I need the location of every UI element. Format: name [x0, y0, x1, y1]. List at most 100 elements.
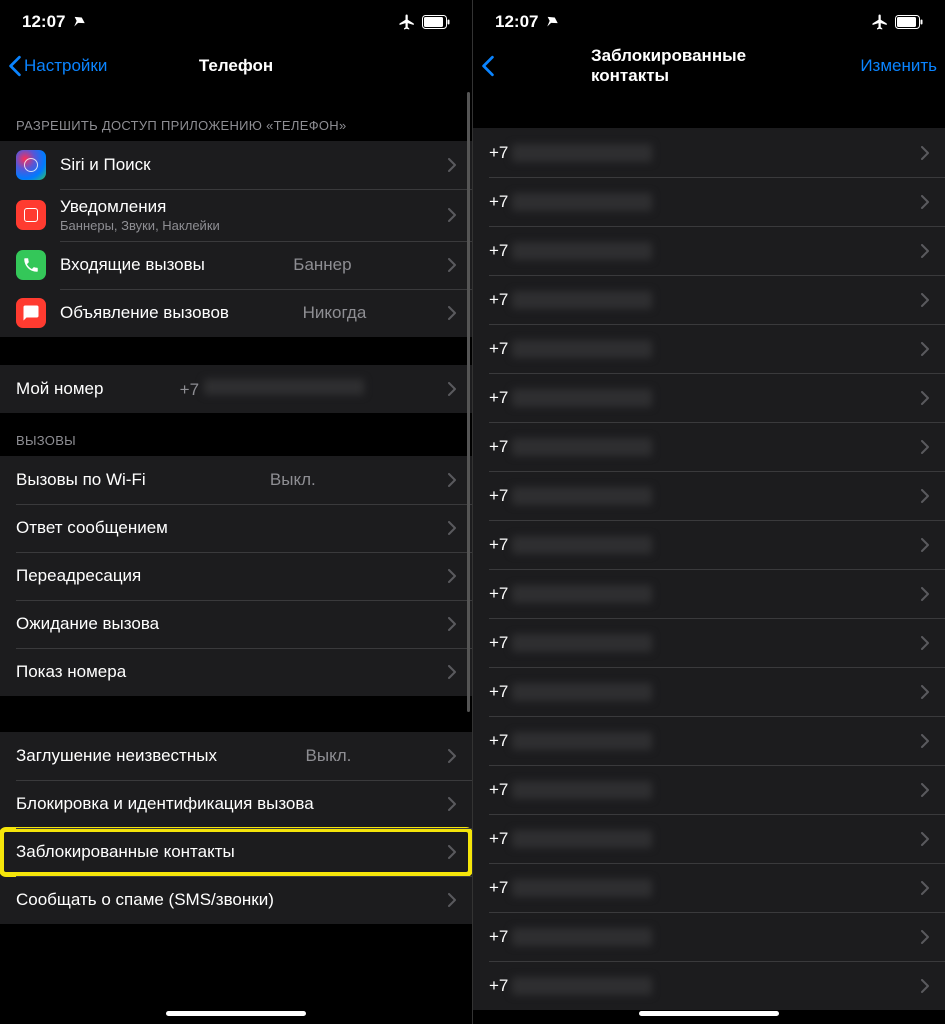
blocked-contact-row[interactable]: +7: [473, 520, 945, 569]
chevron-right-icon: [921, 440, 929, 454]
row-setting[interactable]: Сообщать о спаме (SMS/звонки): [0, 876, 472, 924]
home-indicator[interactable]: [166, 1011, 306, 1016]
chevron-right-icon: [448, 382, 456, 396]
chevron-right-icon: [448, 617, 456, 631]
blocked-number: +7: [489, 633, 921, 653]
blocked-contact-row[interactable]: +7: [473, 814, 945, 863]
chevron-right-icon: [921, 538, 929, 552]
chevron-right-icon: [448, 665, 456, 679]
section-header-calls: ВЫЗОВЫ: [0, 413, 472, 456]
blocked-number: +7: [489, 437, 921, 457]
group-blocked: +7+7+7+7+7+7+7+7+7+7+7+7+7+7+7+7+7+7: [473, 128, 945, 1010]
my-number-value: +7: [180, 379, 364, 400]
blocked-contact-row[interactable]: +7: [473, 128, 945, 177]
row-label: Заблокированные контакты: [16, 842, 235, 862]
row-setting[interactable]: Вызовы по Wi-Fi Выкл.: [0, 456, 472, 504]
row-label: Переадресация: [16, 566, 141, 586]
chevron-right-icon: [448, 158, 456, 172]
row-siri[interactable]: Siri и Поиск: [0, 141, 472, 189]
page-title: Телефон: [199, 56, 273, 76]
row-value: Никогда: [303, 303, 367, 323]
blocked-number: +7: [489, 731, 921, 751]
row-my-number[interactable]: Мой номер +7: [0, 365, 472, 413]
row-setting[interactable]: Ожидание вызова: [0, 600, 472, 648]
chevron-right-icon: [448, 258, 456, 272]
blocked-number: +7: [489, 486, 921, 506]
blocked-contact-row[interactable]: +7: [473, 177, 945, 226]
blocked-contact-row[interactable]: +7: [473, 667, 945, 716]
blocked-number: +7: [489, 780, 921, 800]
status-time: 12:07: [495, 12, 538, 32]
blocked-contact-row[interactable]: +7: [473, 422, 945, 471]
blocked-list[interactable]: +7+7+7+7+7+7+7+7+7+7+7+7+7+7+7+7+7+7: [473, 88, 945, 1024]
chevron-right-icon: [448, 893, 456, 907]
blocked-number: +7: [489, 927, 921, 947]
row-setting[interactable]: Показ номера: [0, 648, 472, 696]
blocked-number: +7: [489, 584, 921, 604]
airplane-icon: [871, 13, 889, 31]
nav-bar: Настройки Телефон: [0, 44, 472, 88]
blocked-number: +7: [489, 682, 921, 702]
blocked-contact-row[interactable]: +7: [473, 912, 945, 961]
chevron-right-icon: [921, 342, 929, 356]
chevron-right-icon: [921, 685, 929, 699]
blocked-contact-row[interactable]: +7: [473, 471, 945, 520]
chevron-right-icon: [921, 391, 929, 405]
scrollbar[interactable]: [467, 92, 470, 772]
blocked-number: +7: [489, 290, 921, 310]
blocked-contact-row[interactable]: +7: [473, 765, 945, 814]
chevron-right-icon: [921, 195, 929, 209]
row-label: Входящие вызовы: [60, 255, 205, 275]
back-button[interactable]: [481, 55, 495, 77]
blocked-contact-row[interactable]: +7: [473, 863, 945, 912]
chevron-right-icon: [921, 979, 929, 993]
chevron-right-icon: [921, 244, 929, 258]
blocked-contact-row[interactable]: +7: [473, 226, 945, 275]
chevron-right-icon: [448, 473, 456, 487]
page-title: Заблокированные контакты: [591, 46, 827, 86]
edit-button[interactable]: Изменить: [860, 56, 937, 76]
status-bar: 12:07: [0, 0, 472, 44]
group-calls: Вызовы по Wi-Fi Выкл. Ответ сообщением Пере…: [0, 456, 472, 696]
row-value: Выкл.: [270, 470, 316, 490]
blocked-contact-row[interactable]: +7: [473, 275, 945, 324]
row-value: Выкл.: [306, 746, 352, 766]
chevron-left-icon: [8, 55, 22, 77]
group-block: Заглушение неизвестныхВыкл.Блокировка и …: [0, 732, 472, 924]
row-label: Ожидание вызова: [16, 614, 159, 634]
nav-bar: Заблокированные контакты Изменить: [473, 44, 945, 88]
row-announce[interactable]: Объявление вызововНикогда: [0, 289, 472, 337]
chevron-right-icon: [448, 845, 456, 859]
blocked-contact-row[interactable]: +7: [473, 618, 945, 667]
blocked-contact-row[interactable]: +7: [473, 961, 945, 1010]
home-indicator[interactable]: [639, 1011, 779, 1016]
chevron-right-icon: [921, 489, 929, 503]
row-blocked-contacts[interactable]: Заблокированные контакты: [0, 828, 472, 876]
row-setting[interactable]: Ответ сообщением: [0, 504, 472, 552]
blocked-number: +7: [489, 339, 921, 359]
battery-icon: [895, 15, 923, 29]
blocked-number: +7: [489, 535, 921, 555]
chevron-right-icon: [921, 832, 929, 846]
row-notifications[interactable]: УведомленияБаннеры, Звуки, Наклейки: [0, 189, 472, 241]
blocked-contact-row[interactable]: +7: [473, 373, 945, 422]
row-setting[interactable]: Блокировка и идентификация вызова: [0, 780, 472, 828]
chevron-right-icon: [921, 587, 929, 601]
chevron-right-icon: [921, 636, 929, 650]
row-label: Вызовы по Wi-Fi: [16, 470, 146, 490]
blocked-contact-row[interactable]: +7: [473, 716, 945, 765]
blocked-contact-row[interactable]: +7: [473, 569, 945, 618]
row-setting[interactable]: Заглушение неизвестныхВыкл.: [0, 732, 472, 780]
group-my-number: Мой номер +7: [0, 365, 472, 413]
row-incoming[interactable]: Входящие вызовыБаннер: [0, 241, 472, 289]
row-setting[interactable]: Переадресация: [0, 552, 472, 600]
blocked-contact-row[interactable]: +7: [473, 324, 945, 373]
notifications-icon: [16, 200, 46, 230]
blocked-number: +7: [489, 829, 921, 849]
blocked-number: +7: [489, 143, 921, 163]
airplane-icon: [398, 13, 416, 31]
back-button[interactable]: Настройки: [8, 55, 107, 77]
chevron-right-icon: [921, 783, 929, 797]
settings-scroll[interactable]: РАЗРЕШИТЬ ДОСТУП ПРИЛОЖЕНИЮ «ТЕЛЕФОН» Si…: [0, 88, 472, 1024]
chevron-right-icon: [448, 208, 456, 222]
